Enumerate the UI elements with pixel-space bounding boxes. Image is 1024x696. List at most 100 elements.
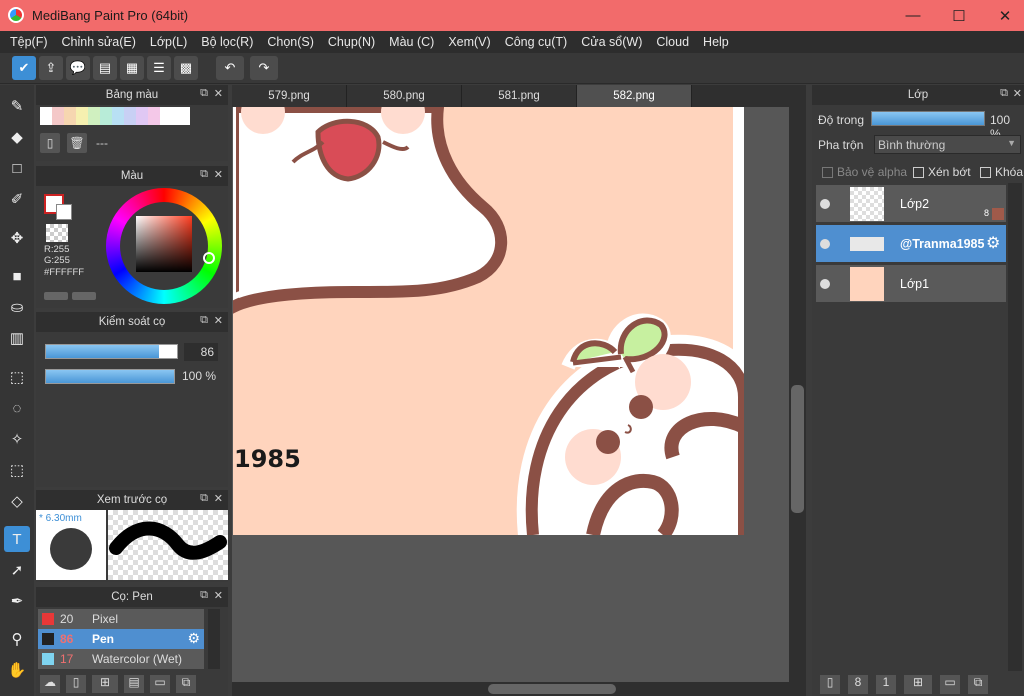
brush-item-selected[interactable]: 86 Pen ⚙ (38, 629, 204, 649)
maximize-button[interactable]: ☐ (936, 0, 982, 31)
new-layer-icon[interactable]: ▯ (820, 675, 840, 694)
comment-icon[interactable]: ▤ (93, 56, 117, 80)
brush-item[interactable]: 17 Watercolor (Wet) (38, 649, 204, 669)
pen-tool-icon[interactable]: ✐ (4, 186, 30, 212)
menu-snap[interactable]: Chụp(N) (321, 35, 382, 49)
color-option-button[interactable] (44, 292, 68, 300)
new-brush-icon[interactable]: ▯ (66, 675, 86, 693)
speech-bubble-icon[interactable]: 💬 (66, 56, 90, 80)
hue-marker[interactable] (203, 252, 215, 264)
fill-rect-tool-icon[interactable]: ■ (4, 263, 30, 289)
trash-icon[interactable]: 🗑 (67, 133, 87, 153)
popout-icon[interactable]: ⧉ (200, 314, 208, 327)
tab-582[interactable]: 582.png (577, 85, 692, 107)
eraser-tool-icon[interactable]: ◆ (4, 124, 30, 150)
menu-select[interactable]: Chọn(S) (260, 35, 321, 49)
menu-tools[interactable]: Công cụ(T) (498, 35, 575, 49)
hand-tool-icon[interactable]: ✋ (4, 657, 30, 683)
horizontal-scroll-thumb[interactable] (488, 684, 616, 694)
new-8bit-layer-icon[interactable]: 8 (848, 675, 868, 694)
palette-swatches[interactable] (40, 107, 190, 125)
minimize-button[interactable]: — (890, 0, 936, 31)
operation-tool-icon[interactable]: ➚ (4, 557, 30, 583)
layer-row[interactable]: Lớp1 (816, 265, 1006, 303)
clipping-checkbox[interactable]: Xén bớt (913, 165, 971, 179)
close-button[interactable]: ✕ (982, 0, 1024, 31)
add-brush-icon[interactable]: ⊞ (92, 675, 118, 693)
new-palette-icon[interactable]: ▯ (40, 133, 60, 153)
close-icon[interactable]: ✕ (214, 492, 223, 505)
popout-icon[interactable]: ⧉ (200, 589, 208, 602)
menu-layer[interactable]: Lớp(L) (143, 35, 194, 49)
tab-579[interactable]: 579.png (232, 85, 347, 107)
drawing-canvas[interactable]: 1985 (233, 107, 744, 535)
cloud-brush-icon[interactable]: ☁ (40, 675, 60, 693)
undo-icon[interactable]: ↶ (216, 56, 244, 80)
lock-checkbox[interactable]: Khóa (980, 165, 1023, 179)
eye-icon[interactable] (820, 279, 830, 289)
brush-tool-icon[interactable]: ✎ (4, 93, 30, 119)
popout-icon[interactable]: ⧉ (200, 87, 208, 100)
document-icon[interactable]: ▦ (120, 56, 144, 80)
blend-mode-select[interactable]: Bình thường ▼ (874, 135, 1021, 154)
duplicate-icon[interactable]: ⧉ (176, 675, 196, 693)
menu-cloud[interactable]: Cloud (649, 35, 696, 49)
layer-row[interactable]: Lớp2 8 (816, 185, 1006, 223)
list-icon[interactable]: ☰ (147, 56, 171, 80)
folder-icon[interactable]: ▭ (940, 675, 960, 694)
brush-size-value[interactable]: 86 (184, 343, 218, 361)
cloud-check-icon[interactable]: ✔ (12, 56, 36, 80)
eye-icon[interactable] (820, 199, 830, 209)
menu-color[interactable]: Màu (C) (382, 35, 441, 49)
layer-list-scrollbar[interactable] (1008, 183, 1022, 671)
saturation-square[interactable] (136, 216, 192, 272)
popout-icon[interactable]: ⧉ (200, 492, 208, 505)
text-tool-icon[interactable]: T (4, 526, 30, 552)
brush-size-slider[interactable] (45, 344, 178, 359)
close-icon[interactable]: ✕ (1013, 87, 1022, 100)
brush-item[interactable]: 20 Pixel (38, 609, 204, 629)
add-layer-menu-icon[interactable]: ⊞ (904, 675, 932, 694)
menu-help[interactable]: Help (696, 35, 736, 49)
select-pen-tool-icon[interactable]: ⬚ (4, 457, 30, 483)
close-icon[interactable]: ✕ (214, 589, 223, 602)
new-1bit-layer-icon[interactable]: 1 (876, 675, 896, 694)
grid-icon[interactable]: ▩ (174, 56, 198, 80)
bucket-tool-icon[interactable]: ⛀ (4, 294, 30, 320)
popout-icon[interactable]: ⧉ (1000, 87, 1008, 100)
brush-settings-icon[interactable]: ▤ (124, 675, 144, 693)
background-color-swatch[interactable] (56, 204, 72, 220)
dropper-pen-tool-icon[interactable]: ✒ (4, 588, 30, 614)
layer-row-selected[interactable]: @Tranma1985 ⚙ (816, 225, 1006, 263)
menu-edit[interactable]: Chỉnh sửa(E) (55, 35, 143, 49)
horizontal-scrollbar[interactable] (232, 682, 806, 696)
magic-wand-tool-icon[interactable]: ✧ (4, 426, 30, 452)
redo-icon[interactable]: ↷ (250, 56, 278, 80)
gear-icon[interactable]: ⚙ (187, 630, 200, 647)
menu-view[interactable]: Xem(V) (441, 35, 497, 49)
menu-file[interactable]: Tệp(F) (3, 35, 55, 49)
eye-icon[interactable] (820, 239, 830, 249)
brush-list-scrollbar[interactable] (208, 609, 220, 669)
tab-580[interactable]: 580.png (347, 85, 462, 107)
select-eraser-tool-icon[interactable]: ◇ (4, 488, 30, 514)
vertical-scrollbar[interactable] (789, 107, 806, 682)
move-tool-icon[interactable]: ✥ (4, 225, 30, 251)
layer-opacity-slider[interactable] (871, 111, 985, 126)
vertical-scroll-thumb[interactable] (791, 385, 804, 513)
eyedropper-tool-icon[interactable]: ⚲ (4, 626, 30, 652)
share-icon[interactable]: ⇪ (39, 56, 63, 80)
brush-opacity-slider[interactable] (45, 369, 175, 384)
close-icon[interactable]: ✕ (214, 87, 223, 100)
protect-alpha-checkbox[interactable]: Bảo vệ alpha (822, 165, 907, 179)
color-option-button[interactable] (72, 292, 96, 300)
menu-filter[interactable]: Bộ lọc(R) (194, 35, 260, 49)
tab-581[interactable]: 581.png (462, 85, 577, 107)
gear-icon[interactable]: ⚙ (986, 233, 1000, 253)
gradient-tool-icon[interactable]: ▥ (4, 325, 30, 351)
menu-window[interactable]: Cửa sổ(W) (574, 35, 649, 49)
rectangle-tool-icon[interactable]: □ (4, 155, 30, 181)
close-icon[interactable]: ✕ (214, 314, 223, 327)
popout-icon[interactable]: ⧉ (200, 168, 208, 181)
select-tool-icon[interactable]: ⬚ (4, 364, 30, 390)
